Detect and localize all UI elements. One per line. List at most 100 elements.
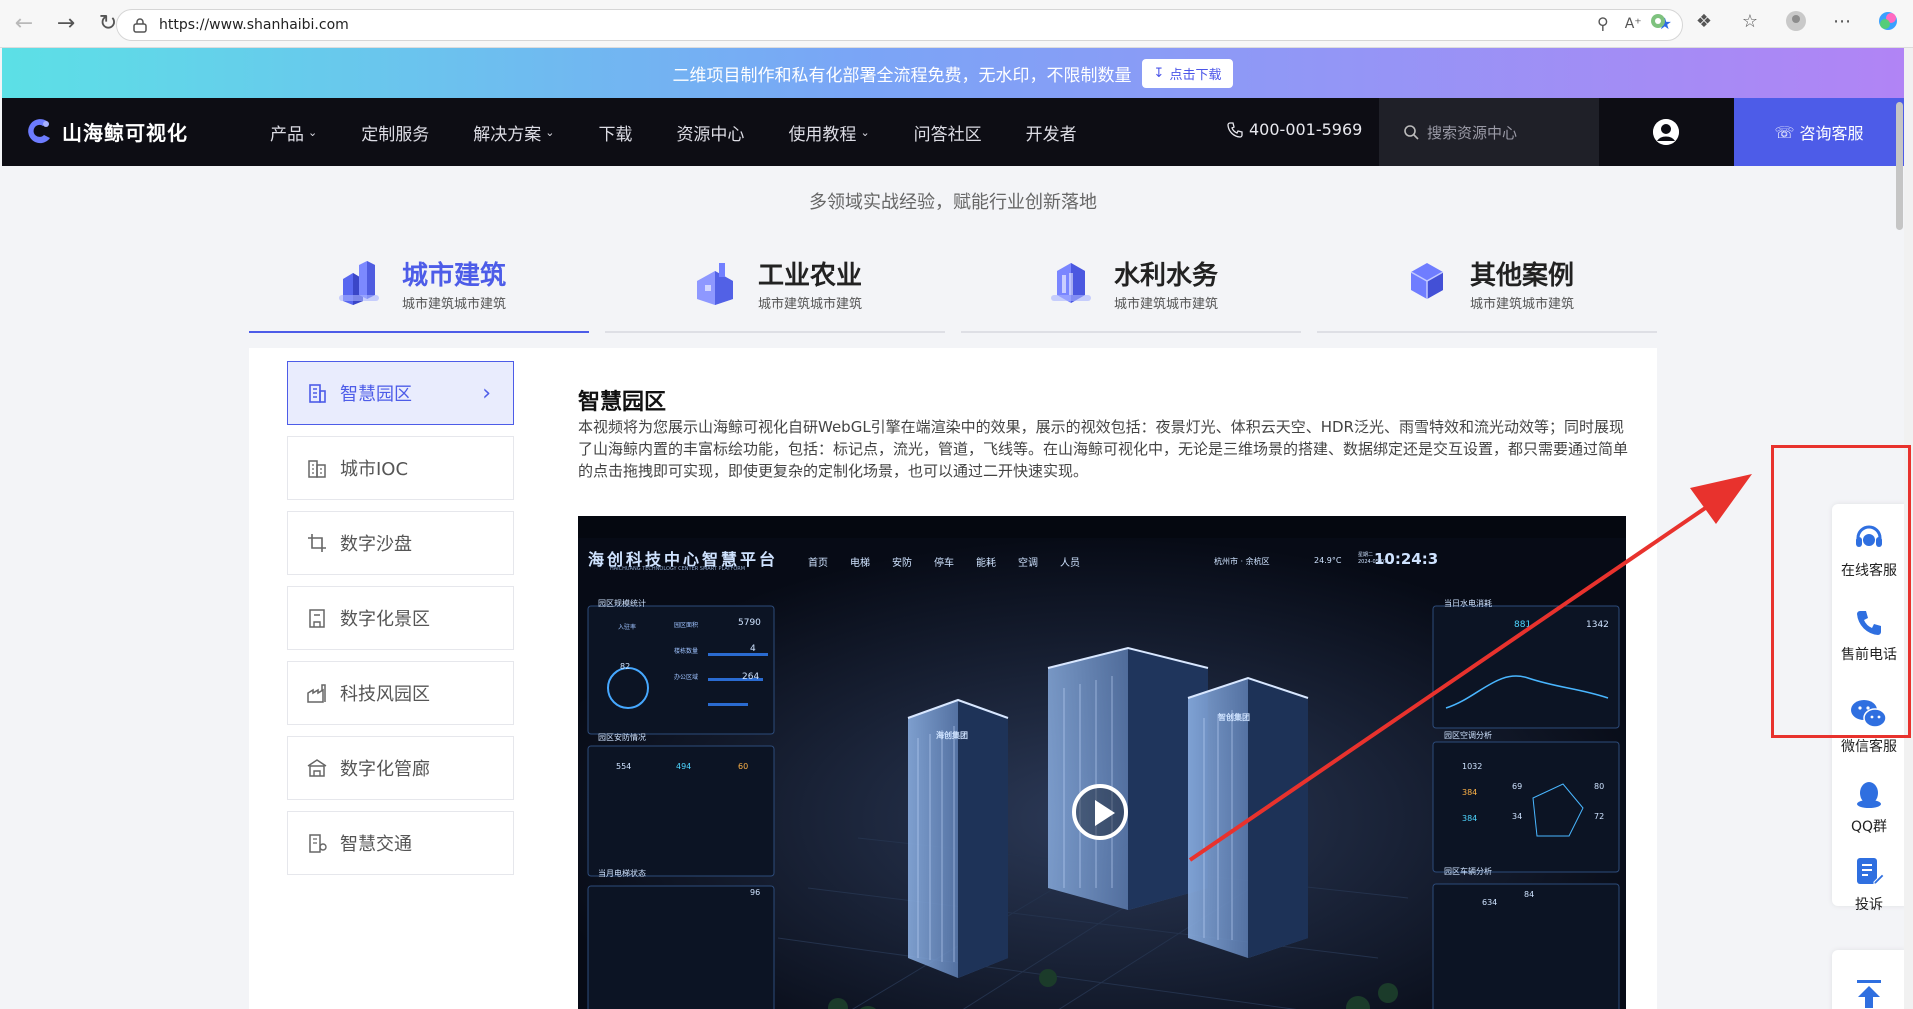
forward-button[interactable]: → [48,6,84,42]
category-title: 工业农业 [758,261,863,291]
sidebar-item-label: 数字化景区 [340,609,430,630]
qq-group-button[interactable]: QQ群 [1832,780,1904,836]
qq-penguin-icon [1857,782,1881,808]
panel-ac-title: 园区空调分析 [1444,731,1492,740]
nav-item-product[interactable]: 产品 ⌄ [270,120,317,145]
hotline-number: 400-001-5969 [1249,120,1363,139]
nav-item-label: 资源中心 [676,124,745,145]
camera-normal-value: 494 [676,762,692,771]
main-navbar: 山海鲸可视化 产品 ⌄ 定制服务 解决方案 ⌄ 下载 资源中心 使用教程 ⌄ 问答社区… [2,98,1904,166]
site-logo[interactable]: 山海鲸可视化 [24,116,188,146]
ac-ratio-4: 72 [1594,812,1605,821]
video-player[interactable]: 海创科技中心智慧平台 HAICHUANG TECHNOLOGY CENTER S… [578,516,1626,1009]
more-menu-icon[interactable]: ⋯ [1829,8,1855,34]
headset-icon: ☏ [1774,122,1795,142]
web-page: 二维项目制作和私有化部署全流程免费，无水印，不限制数量 ↧ 点击下载 山海鲸可视… [2,48,1904,1009]
user-icon [1653,119,1679,145]
address-bar[interactable]: https://www.shanhaibi.com ⚲ A⁺ ★ [116,9,1683,41]
sidebar-item-label: 智慧园区 [340,384,412,405]
sidebar-item-tech-park[interactable]: 科技风园区 [287,661,514,725]
nav-item-label: 解决方案 [473,124,542,145]
nav-item-download[interactable]: 下载 [598,120,632,145]
sidebar-item-label: 数字化管廊 [340,759,430,780]
factory-3d-icon [697,263,733,305]
panel-security-title: 园区安防情况 [598,733,646,742]
resource-search-input[interactable]: 搜索资源中心 [1379,98,1599,166]
promo-download-button[interactable]: ↧ 点击下载 [1141,58,1234,88]
category-tab-city[interactable]: 城市建筑 城市建筑城市建筑 [249,243,589,333]
nav-item-custom-service[interactable]: 定制服务 [361,120,429,145]
water-3d-icon [1051,263,1091,303]
crop-icon [308,534,326,552]
nav-menu: 产品 ⌄ 定制服务 解决方案 ⌄ 下载 资源中心 使用教程 ⌄ 问答社区 开发者 [270,98,1121,166]
promo-banner: 二维项目制作和私有化部署全流程免费，无水印，不限制数量 ↧ 点击下载 [2,48,1904,98]
wechat-service-label: 微信客服 [1841,739,1897,755]
factory-icon [307,684,326,703]
nav-item-community[interactable]: 问答社区 [914,120,982,145]
platform-tab-people: 人员 [1060,558,1080,569]
nav-item-developer[interactable]: 开发者 [1026,120,1077,145]
page-scrollbar-thumb[interactable] [1896,102,1903,230]
sidebar-item-digital-sandbox[interactable]: 数字沙盘 [287,511,514,575]
url-text: https://www.shanhaibi.com [159,17,349,33]
favorites-icon[interactable]: ☆ [1737,8,1763,34]
occupancy-value: 82 [620,662,631,671]
nav-item-label: 下载 [598,124,633,145]
back-to-top-button[interactable] [1832,950,1904,1009]
user-avatar[interactable] [1653,119,1679,145]
sidebar-item-smart-traffic[interactable]: 智慧交通 [287,811,514,875]
sidebar-item-label: 数字沙盘 [340,534,412,555]
nav-item-label: 定制服务 [361,124,430,145]
sidebar-item-smart-park[interactable]: 智慧园区 › [287,361,514,425]
extension-icon[interactable] [1645,8,1671,34]
copilot-icon[interactable] [1875,8,1901,34]
platform-tab-elevator: 电梯 [850,558,870,569]
platform-tab-home: 首页 [808,558,828,569]
park-area-value: 5790 [738,618,761,628]
office-area-value: 264 [742,672,760,682]
vehicle-total-value: 634 [1482,898,1498,907]
park-area-label: 园区面积 [674,622,699,629]
play-button[interactable] [1072,784,1128,840]
camera-total-value: 554 [616,762,632,771]
hotline[interactable]: 400-001-5969 [1227,120,1362,139]
extensions-puzzle-icon[interactable]: ❖ [1691,8,1717,34]
category-subtitle: 城市建筑城市建筑 [758,297,863,312]
ac-ratio-2: 34 [1512,812,1523,821]
search-icon [1404,125,1419,140]
case-description: 本视频将为您展示山海鲸可视化自研WebGL引擎在端渲染中的效果，展示的视效包括：… [578,418,1629,480]
category-tab-industry[interactable]: 工业农业 城市建筑城市建筑 [605,243,945,333]
sidebar-item-digital-pipe[interactable]: 数字化管廊 [287,736,514,800]
occupancy-label: 入驻率 [618,624,637,631]
sidebar-item-label: 城市IOC [340,459,409,480]
sidebar-item-city-ioc[interactable]: 城市IOC [287,436,514,500]
back-button[interactable]: ← [6,6,42,42]
read-aloud-icon[interactable]: A⁺ [1625,16,1642,32]
lock-icon [133,18,147,33]
arrow-up-icon [1857,980,1881,1008]
section-subtitle: 多领域实战经验，赋能行业创新落地 [809,192,1097,213]
category-tab-other[interactable]: 其他案例 城市建筑城市建筑 [1317,243,1657,333]
nav-item-resources[interactable]: 资源中心 [676,120,744,145]
building-count-label: 楼栋数量 [674,648,699,655]
nav-item-solutions[interactable]: 解决方案 ⌄ [473,120,554,145]
promo-text: 二维项目制作和私有化部署全流程免费，无水印，不限制数量 [672,65,1132,86]
nav-item-label: 使用教程 [788,124,857,145]
category-tab-water[interactable]: 水利水务 城市建筑城市建筑 [961,243,1301,333]
category-subtitle: 城市建筑城市建筑 [1114,297,1219,312]
ac-total-value: 1032 [1462,762,1483,771]
section-title-fragment [757,166,773,186]
profile-icon[interactable] [1783,8,1809,34]
browser-toolbar: ← → ↻ https://www.shanhaibi.com ⚲ A⁺ ★ ❖… [0,0,1913,48]
zoom-icon[interactable]: ⚲ [1597,14,1609,33]
city-icon [308,460,326,478]
platform-tab-security: 安防 [892,558,912,569]
consult-service-button[interactable]: ☏ 咨询客服 [1734,98,1904,166]
sidebar-item-digital-scenic[interactable]: 数字化景区 [287,586,514,650]
complaint-button[interactable]: 投诉 [1832,856,1904,914]
nav-item-tutorials[interactable]: 使用教程 ⌄ [788,120,869,145]
search-placeholder: 搜索资源中心 [1427,123,1518,142]
nav-item-label: 产品 [270,124,304,145]
city-building-3d-icon [339,261,379,305]
platform-location: 杭州市 · 余杭区 [1214,557,1270,566]
